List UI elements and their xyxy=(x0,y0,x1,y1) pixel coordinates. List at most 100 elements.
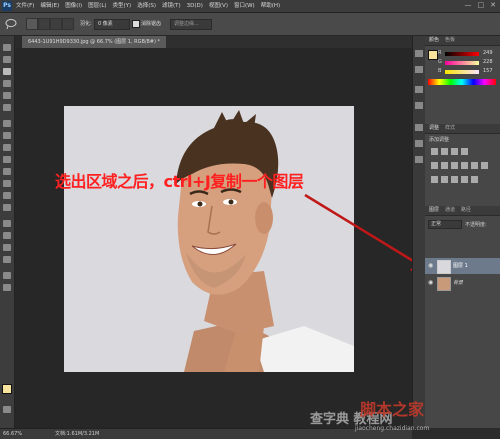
character-panel-icon[interactable] xyxy=(415,140,423,147)
channel-mixer-icon[interactable] xyxy=(481,162,488,169)
channels-tab[interactable]: 通道 xyxy=(445,207,455,213)
foreground-color-swatch[interactable] xyxy=(2,384,12,394)
maximize-button[interactable]: □ xyxy=(478,1,485,9)
hand-tool-icon[interactable] xyxy=(3,272,11,279)
adjustment-icons-row-3 xyxy=(431,176,491,184)
quick-mask-icon[interactable] xyxy=(3,406,11,413)
brightness-icon[interactable] xyxy=(431,148,438,155)
healing-tool-icon[interactable] xyxy=(3,120,11,127)
layer-row[interactable]: ◉ 图层 1 xyxy=(425,258,500,274)
feather-input[interactable]: 0 像素 xyxy=(94,19,130,30)
menu-file[interactable]: 文件(F) xyxy=(16,0,34,12)
red-value[interactable]: 249 xyxy=(483,50,493,56)
menu-3d[interactable]: 3D(D) xyxy=(187,0,203,12)
hue-saturation-icon[interactable] xyxy=(441,162,448,169)
green-slider[interactable] xyxy=(445,61,479,65)
menu-layer[interactable]: 图层(L) xyxy=(88,0,106,12)
selective-color-icon[interactable] xyxy=(471,176,478,183)
crop-tool-icon[interactable] xyxy=(3,92,11,99)
quick-select-tool-icon[interactable] xyxy=(3,80,11,87)
red-slider[interactable] xyxy=(445,52,479,56)
new-selection-icon[interactable] xyxy=(26,18,38,30)
properties-panel-icon[interactable] xyxy=(415,102,423,109)
right-panels: 颜色 色板 R 249 G 228 B 157 调整 样式 添加调整 图层 通道… xyxy=(425,36,500,428)
zoom-tool-icon[interactable] xyxy=(3,284,11,291)
foreground-swatch[interactable] xyxy=(428,50,438,60)
vibrance-icon[interactable] xyxy=(431,162,438,169)
minimize-button[interactable]: — xyxy=(465,1,472,9)
brush-tool-icon[interactable] xyxy=(3,132,11,139)
menu-filter[interactable]: 滤镜(T) xyxy=(162,0,181,12)
clone-tool-icon[interactable] xyxy=(3,144,11,151)
menu-type[interactable]: 类型(Y) xyxy=(113,0,132,12)
layer-thumbnail xyxy=(437,260,451,274)
move-tool-icon[interactable] xyxy=(3,44,11,51)
eye-icon[interactable]: ◉ xyxy=(428,262,433,269)
paths-tab[interactable]: 路径 xyxy=(461,207,471,213)
window-controls: — □ ✕ xyxy=(465,1,497,9)
color-ramp[interactable] xyxy=(428,79,496,85)
curves-icon[interactable] xyxy=(451,148,458,155)
gradient-map-icon[interactable] xyxy=(461,176,468,183)
document-tab[interactable]: 6443-1U91H9D9330.jpg @ 66.7% (图层 1, RGB/… xyxy=(22,36,166,48)
path-select-tool-icon[interactable] xyxy=(3,244,11,251)
add-selection-icon[interactable] xyxy=(38,18,50,30)
photoshop-logo: Ps xyxy=(2,1,12,11)
brush-panel-icon[interactable] xyxy=(415,124,423,131)
document-tab-bar: 6443-1U91H9D9330.jpg @ 66.7% (图层 1, RGB/… xyxy=(22,36,412,48)
levels-icon[interactable] xyxy=(441,148,448,155)
menu-window[interactable]: 窗口(W) xyxy=(234,0,255,12)
add-adjustment-label: 添加调整 xyxy=(429,137,450,143)
menu-select[interactable]: 选择(S) xyxy=(137,0,156,12)
blend-mode-select[interactable]: 正常 xyxy=(428,220,462,229)
panel-icon-strip xyxy=(412,36,425,428)
antialias-checkbox[interactable] xyxy=(132,20,140,28)
styles-tab[interactable]: 样式 xyxy=(445,125,455,131)
menu-edit[interactable]: 编辑(E) xyxy=(40,0,59,12)
marquee-tool-icon[interactable] xyxy=(3,56,11,63)
menu-help[interactable]: 帮助(H) xyxy=(261,0,280,12)
lasso-tool-icon[interactable] xyxy=(4,18,18,30)
actions-panel-icon[interactable] xyxy=(415,66,423,73)
tools-panel xyxy=(0,36,15,428)
exposure-icon[interactable] xyxy=(461,148,468,155)
shape-tool-icon[interactable] xyxy=(3,256,11,263)
layers-tab[interactable]: 图层 xyxy=(429,207,439,213)
blue-slider[interactable] xyxy=(445,70,479,74)
g-label: G xyxy=(438,59,442,65)
menu-image[interactable]: 图像(I) xyxy=(65,0,82,12)
posterize-icon[interactable] xyxy=(441,176,448,183)
lasso-tool-icon[interactable] xyxy=(3,68,11,75)
blur-tool-icon[interactable] xyxy=(3,192,11,199)
layer-name[interactable]: 图层 1 xyxy=(453,262,468,269)
intersect-selection-icon[interactable] xyxy=(62,18,74,30)
type-tool-icon[interactable] xyxy=(3,232,11,239)
color-balance-icon[interactable] xyxy=(451,162,458,169)
color-tab[interactable]: 颜色 xyxy=(429,37,439,43)
layer-row[interactable]: ◉ 背景 xyxy=(425,275,500,291)
history-panel-icon[interactable] xyxy=(415,50,423,57)
refine-edge-button[interactable]: 调整边缘... xyxy=(170,19,212,30)
menu-view[interactable]: 视图(V) xyxy=(209,0,228,12)
green-value[interactable]: 228 xyxy=(483,59,493,65)
layer-name[interactable]: 背景 xyxy=(453,279,463,286)
info-panel-icon[interactable] xyxy=(415,86,423,93)
dodge-tool-icon[interactable] xyxy=(3,204,11,211)
adjustments-tab[interactable]: 调整 xyxy=(429,125,439,131)
subtract-selection-icon[interactable] xyxy=(50,18,62,30)
history-brush-tool-icon[interactable] xyxy=(3,156,11,163)
close-button[interactable]: ✕ xyxy=(490,1,496,9)
pen-tool-icon[interactable] xyxy=(3,220,11,227)
gradient-tool-icon[interactable] xyxy=(3,180,11,187)
swatches-tab[interactable]: 色板 xyxy=(445,37,455,43)
black-white-icon[interactable] xyxy=(461,162,468,169)
invert-icon[interactable] xyxy=(431,176,438,183)
photo-filter-icon[interactable] xyxy=(471,162,478,169)
blue-value[interactable]: 157 xyxy=(483,68,493,74)
paragraph-panel-icon[interactable] xyxy=(415,156,423,163)
eraser-tool-icon[interactable] xyxy=(3,168,11,175)
threshold-icon[interactable] xyxy=(451,176,458,183)
eye-icon[interactable]: ◉ xyxy=(428,279,433,286)
eyedropper-tool-icon[interactable] xyxy=(3,104,11,111)
url-watermark: jiaocheng.chazidian.com xyxy=(355,425,430,432)
